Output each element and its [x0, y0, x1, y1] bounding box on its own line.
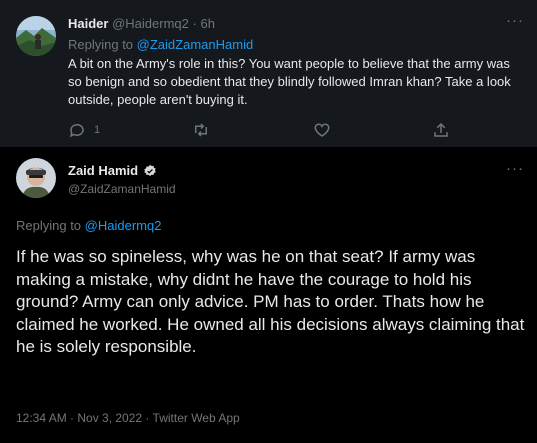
verified-badge-icon	[144, 164, 156, 176]
tweet-timestamp[interactable]: 12:34 AM · Nov 3, 2022 · Twitter Web App	[16, 411, 240, 425]
main-author-row: Zaid Hamid	[68, 163, 157, 178]
share-icon	[434, 122, 448, 137]
reply-count: 1	[94, 124, 101, 136]
reply-icon	[69, 123, 84, 138]
like-button[interactable]	[313, 121, 331, 139]
more-icon[interactable]: ···	[506, 13, 524, 28]
reply-author-row: Haider @Haidermq2 · 6h	[68, 16, 215, 31]
tweet-text: If he was so spineless, why was he on th…	[16, 247, 525, 356]
like-icon	[314, 123, 330, 137]
tweet-time[interactable]: 6h	[200, 16, 214, 31]
replying-to-link[interactable]: @Haidermq2	[85, 218, 162, 233]
reply-button[interactable]: 1	[68, 121, 100, 139]
author-name[interactable]: Haider	[68, 16, 108, 31]
replying-to-link[interactable]: @ZaidZamanHamid	[137, 37, 254, 52]
author-handle[interactable]: @ZaidZamanHamid	[68, 182, 176, 196]
author-handle[interactable]: @Haidermq2	[112, 16, 189, 31]
replying-to: Replying to @Haidermq2	[16, 218, 161, 233]
retweet-icon	[195, 123, 207, 137]
share-button[interactable]	[432, 121, 450, 139]
replying-to: Replying to @ZaidZamanHamid	[68, 37, 253, 52]
more-icon[interactable]: ···	[506, 161, 524, 176]
reply-tweet[interactable]: Haider @Haidermq2 · 6h ··· Replying to @…	[0, 0, 537, 147]
tweet-text: A bit on the Army's role in this? You wa…	[68, 56, 511, 107]
retweet-button[interactable]	[192, 121, 210, 139]
action-bar: 1	[0, 121, 537, 139]
replying-prefix: Replying to	[68, 37, 134, 52]
author-name[interactable]: Zaid Hamid	[68, 163, 138, 178]
avatar[interactable]	[16, 158, 56, 198]
avatar[interactable]	[16, 16, 56, 56]
replying-prefix: Replying to	[16, 218, 82, 233]
separator: ·	[192, 16, 197, 31]
